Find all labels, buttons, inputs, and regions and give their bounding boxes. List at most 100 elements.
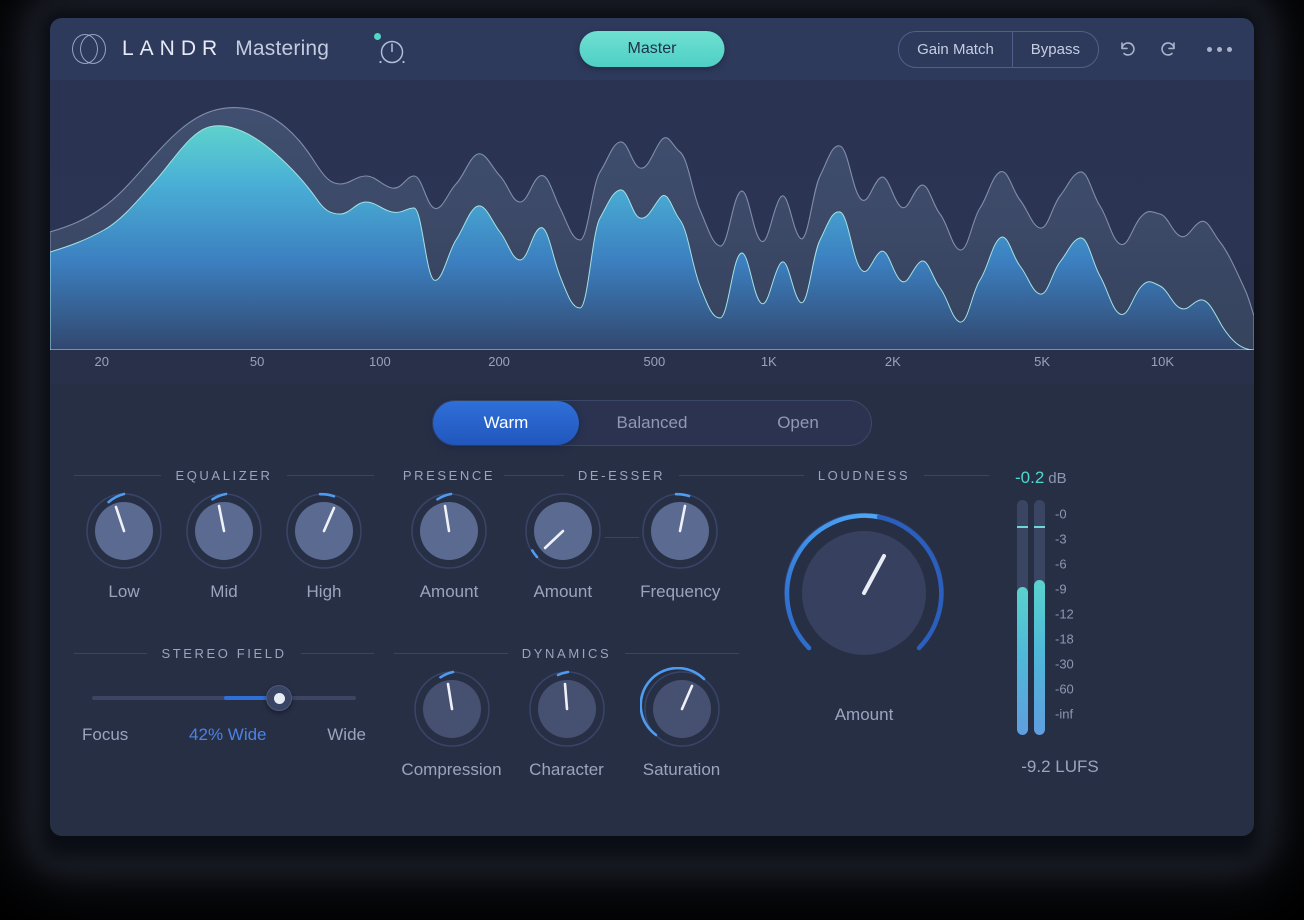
tone-selector: Warm Balanced Open	[432, 400, 872, 446]
meter-level-left	[1017, 586, 1028, 735]
peak-db-unit: dB	[1048, 470, 1067, 487]
knob-presence-amount-label: Amount	[419, 582, 479, 601]
meter-tick: -inf	[1055, 706, 1074, 722]
meter-bar-right	[1034, 500, 1045, 735]
knob-saturation-label: Saturation	[642, 760, 721, 779]
landr-mastering-plugin-window: LANDR Mastering Master Gain Match Bypass	[50, 18, 1254, 836]
knob-low-dial[interactable]	[82, 489, 166, 573]
gain-bypass-segmented-control: Gain Match Bypass	[898, 30, 1099, 68]
knob-character-dial[interactable]	[525, 667, 609, 751]
knob-deesser-frequency-dial[interactable]	[638, 489, 722, 573]
dynamics-group-title: DYNAMICS	[394, 646, 740, 661]
meter-tick: -0	[1055, 506, 1067, 522]
freq-tick: 5K	[1034, 354, 1051, 369]
meter-bar-left	[1017, 500, 1028, 735]
knob-character[interactable]: Character	[510, 667, 624, 780]
knob-high-label: High	[306, 582, 342, 601]
freq-tick: 50	[249, 354, 265, 369]
loudness-group-title: LOUDNESS	[739, 468, 990, 483]
lufs-readout: -9.2 LUFS	[1021, 757, 1099, 776]
product-name: Mastering	[235, 37, 330, 60]
knob-low-label: Low	[108, 582, 140, 601]
stereo-field-slider[interactable]	[92, 685, 356, 711]
screenshot-canvas: LANDR Mastering Master Gain Match Bypass	[0, 0, 1304, 920]
presence-group-title: PRESENCE	[402, 468, 496, 483]
stereo-min-label: Focus	[82, 725, 129, 744]
knob-compression-label: Compression	[401, 760, 502, 779]
meter-level-right	[1034, 579, 1045, 735]
left-control-column: EQUALIZER Low Mid High STEREO FIELD Focu…	[74, 468, 375, 780]
knob-mid-dial[interactable]	[182, 489, 266, 573]
freq-tick: 2K	[884, 354, 901, 369]
tone-option-open[interactable]: Open	[725, 401, 871, 445]
redo-icon[interactable]	[1157, 38, 1179, 60]
undo-icon[interactable]	[1117, 38, 1139, 60]
dynamics-knobs: Compression Character Saturation	[394, 667, 739, 780]
tone-option-warm[interactable]: Warm	[433, 401, 579, 445]
equalizer-knobs: Low Mid High	[74, 489, 374, 602]
freq-tick: 100	[369, 354, 391, 369]
meter-tick: -18	[1055, 631, 1074, 647]
loudness-knob-wrap	[739, 503, 989, 683]
knob-deesser-frequency[interactable]: Frequency	[623, 489, 737, 602]
bypass-button[interactable]: Bypass	[1011, 31, 1098, 67]
header-right-controls: Gain Match Bypass	[898, 30, 1232, 68]
tone-selector-wrap: Warm Balanced Open	[50, 384, 1254, 446]
knob-presence-amount[interactable]: Amount	[394, 489, 504, 602]
plugin-header: LANDR Mastering Master Gain Match Bypass	[50, 18, 1254, 80]
knob-deesser-amount-label: Amount	[533, 582, 593, 601]
knob-low[interactable]: Low	[74, 489, 174, 602]
knob-loudness-amount-dial[interactable]	[774, 503, 954, 683]
knob-deesser-amount-dial[interactable]	[521, 489, 605, 573]
knob-saturation-dial[interactable]	[639, 667, 724, 751]
freq-tick: 1K	[760, 354, 777, 369]
meter-tick: -3	[1055, 531, 1067, 547]
knob-deesser-frequency-label: Frequency	[640, 582, 721, 601]
dynamics-section: DYNAMICS Compression Character Saturatio…	[394, 646, 740, 780]
master-button[interactable]: Master	[579, 31, 725, 67]
loudness-section: LOUDNESS Amount	[739, 468, 990, 780]
presence-section: PRESENCE Amount	[394, 468, 504, 602]
knob-mid-label: Mid	[210, 582, 238, 601]
meter-tick: -12	[1055, 606, 1074, 622]
controls-area: EQUALIZER Low Mid High STEREO FIELD Focu…	[50, 446, 1254, 780]
landr-circles-logo	[72, 31, 108, 67]
knob-compression[interactable]: Compression	[395, 667, 509, 780]
loudness-amount-label: Amount	[834, 705, 894, 724]
knob-compression-dial[interactable]	[410, 667, 494, 751]
freq-tick: 10K	[1150, 354, 1175, 369]
meter-tick: -30	[1055, 656, 1074, 672]
knob-high[interactable]: High	[274, 489, 374, 602]
meter-peak-right	[1034, 526, 1045, 529]
gain-match-button[interactable]: Gain Match	[899, 32, 1012, 67]
peak-db-value: -0.2	[1015, 468, 1045, 487]
deesser-link-line	[604, 537, 639, 538]
deesser-section: DE-ESSER Amount Frequency	[504, 468, 740, 602]
knob-mid[interactable]: Mid	[174, 489, 274, 602]
more-options-icon[interactable]	[1207, 46, 1232, 52]
knob-character-label: Character	[529, 760, 604, 779]
deesser-group-title: DE-ESSER	[504, 468, 740, 483]
meter-peak-left	[1017, 526, 1028, 529]
meter-tick: -6	[1055, 556, 1067, 572]
loudness-meter-column: -0.2 dB -0 -3 -6 -9 -12 -18 -30 -60 -inf…	[989, 468, 1129, 780]
freq-tick: 200	[488, 354, 510, 369]
knob-saturation[interactable]: Saturation	[625, 667, 739, 780]
knob-deesser-amount[interactable]: Amount	[506, 489, 620, 602]
gauge-timer-icon[interactable]	[371, 31, 411, 67]
freq-tick: 500	[643, 354, 666, 369]
stereo-field-group-title: STEREO FIELD	[74, 646, 375, 661]
stereo-field-section: STEREO FIELD Focus 42% Wide Wide	[74, 646, 375, 745]
spectrum-analyzer	[50, 80, 1254, 350]
slider-handle[interactable]	[266, 685, 293, 711]
middle-control-column: PRESENCE Amount DE-ESSER Amount Frequenc…	[394, 468, 740, 780]
stereo-max-label: Wide	[327, 725, 366, 744]
stereo-value-label: 42% Wide	[189, 725, 267, 744]
tone-option-balanced[interactable]: Balanced	[579, 401, 725, 445]
peak-db-readout: -0.2 dB	[1005, 468, 1129, 488]
knob-high-dial[interactable]	[282, 489, 366, 573]
equalizer-group-title: EQUALIZER	[74, 468, 374, 483]
stereo-field-labels: Focus 42% Wide Wide	[74, 725, 374, 745]
stereo-field-slider-area: Focus 42% Wide Wide	[74, 667, 374, 745]
knob-presence-amount-dial[interactable]	[407, 489, 491, 573]
